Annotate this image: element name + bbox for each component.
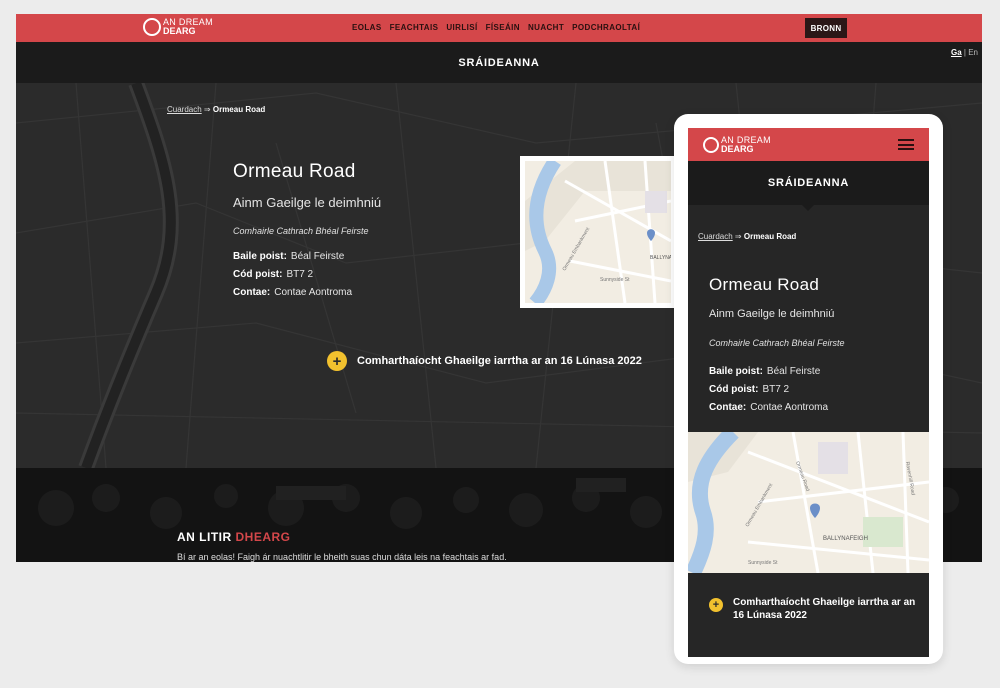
mobile-breadcrumb: Cuardach ⇒ Ormeau Road <box>698 232 796 241</box>
breadcrumb-arrow-icon: ⇒ <box>734 232 742 241</box>
lang-en-link[interactable]: En <box>968 48 978 57</box>
nav-item-nuacht[interactable]: NUACHT <box>528 23 564 32</box>
mobile-section-title-bar: SRÁIDEANNA <box>688 161 929 211</box>
breadcrumb-search-link[interactable]: Cuardach <box>698 232 733 241</box>
lang-ga-link[interactable]: Ga <box>951 48 962 57</box>
brand-logo[interactable]: AN DREAM DEARG <box>143 18 213 36</box>
map-label-sunnyside: Sunnyside St <box>600 277 630 283</box>
hamburger-menu-icon[interactable] <box>898 139 914 150</box>
street-name: Ormeau Road <box>233 161 356 182</box>
nav-item-eolas[interactable]: EOLAS <box>352 23 382 32</box>
signage-request-text: Comharthaíocht Ghaeilge iarrtha ar an 16… <box>357 355 642 367</box>
breadcrumb-current: Ormeau Road <box>743 232 797 241</box>
mobile-device-frame: AN DREAM DEARG SRÁIDEANNA Cuardach ⇒ Orm… <box>674 114 943 664</box>
location-map[interactable]: Ormeau Embankment Sunnyside St BALLYNAFE… <box>520 156 688 308</box>
mobile-top-bar: AN DREAM DEARG <box>688 128 929 161</box>
map-label-ballynafeigh: BALLYNAFEIGH <box>650 255 671 261</box>
newsletter-body: Bí ar an eolas! Faigh ár nuachtlitir le … <box>177 552 507 562</box>
breadcrumb-arrow-icon: ⇒ <box>203 105 211 114</box>
nav-item-podchraoltai[interactable]: PODCHRAOLTAÍ <box>572 23 640 32</box>
section-title: SRÁIDEANNA <box>458 56 540 69</box>
mobile-section-title: SRÁIDEANNA <box>767 177 850 189</box>
map-label-sunnyside: Sunnyside St <box>748 560 778 566</box>
top-navigation-bar: AN DREAM DEARG EOLAS FEACHTAIS UIRLISÍ F… <box>16 14 982 42</box>
logo-circle-icon <box>703 137 719 153</box>
mobile-field-post-town: Baile poist: Béal Feirste <box>709 366 821 377</box>
mobile-irish-name: Ainm Gaeilge le deimhniú <box>709 308 835 320</box>
mobile-signage-request-cta[interactable]: + Comharthaíocht Ghaeilge iarrtha ar an … <box>709 596 923 622</box>
breadcrumb-search-link[interactable]: Cuardach <box>167 105 202 114</box>
mobile-view: AN DREAM DEARG SRÁIDEANNA Cuardach ⇒ Orm… <box>688 128 929 657</box>
field-county: Contae: Contae Aontroma <box>233 287 353 298</box>
field-post-town: Baile poist: Béal Feirste <box>233 251 345 262</box>
main-nav: EOLAS FEACHTAIS UIRLISÍ FÍSEÁIN NUACHT P… <box>352 23 640 32</box>
title-notch <box>802 205 814 211</box>
nav-item-uirlisi[interactable]: UIRLISÍ <box>446 23 477 32</box>
map-graphic: Ormeau Embankment Sunnyside St BALLYNAFE… <box>525 157 688 308</box>
nav-item-feachtais[interactable]: FEACHTAIS <box>390 23 439 32</box>
give-button[interactable]: BRONN <box>805 18 847 38</box>
plus-icon: + <box>327 351 347 371</box>
plus-icon: + <box>709 598 723 612</box>
field-postcode: Cód poist: BT7 2 <box>233 269 314 280</box>
language-switcher: Ga | En <box>951 48 978 57</box>
mobile-brand-logo[interactable]: AN DREAM DEARG <box>703 136 771 154</box>
section-title-bar: SRÁIDEANNA Ga | En <box>16 42 982 89</box>
signage-request-cta[interactable]: + Comharthaíocht Ghaeilge iarrtha ar an … <box>327 351 642 371</box>
mobile-map-graphic: Ormeau Embankment Ormeau Road Ravenhill … <box>688 426 929 577</box>
lang-separator: | <box>963 48 966 57</box>
mobile-signage-request-text: Comharthaíocht Ghaeilge iarrtha ar an 16… <box>733 597 916 621</box>
irish-name: Ainm Gaeilge le deimhniú <box>233 195 382 210</box>
mobile-field-county: Contae: Contae Aontroma <box>709 402 829 413</box>
map-label-ballynafeigh: BALLYNAFEIGH <box>823 536 868 542</box>
mobile-council-name: Comhairle Cathrach Bhéal Feirste <box>709 338 845 348</box>
mobile-field-postcode: Cód poist: BT7 2 <box>709 384 790 395</box>
nav-item-fiseain[interactable]: FÍSEÁIN <box>486 23 520 32</box>
council-name: Comhairle Cathrach Bhéal Feirste <box>233 226 369 236</box>
breadcrumb: Cuardach ⇒ Ormeau Road <box>167 105 265 114</box>
newsletter-title: AN LITIR DHEARG <box>177 530 291 544</box>
mobile-location-map[interactable]: Ormeau Embankment Ormeau Road Ravenhill … <box>688 426 929 577</box>
breadcrumb-current: Ormeau Road <box>212 105 266 114</box>
logo-circle-icon <box>143 18 161 36</box>
logo-line-2: DEARG <box>163 26 196 36</box>
logo-line-2: DEARG <box>721 144 754 154</box>
mobile-street-name: Ormeau Road <box>709 275 820 294</box>
